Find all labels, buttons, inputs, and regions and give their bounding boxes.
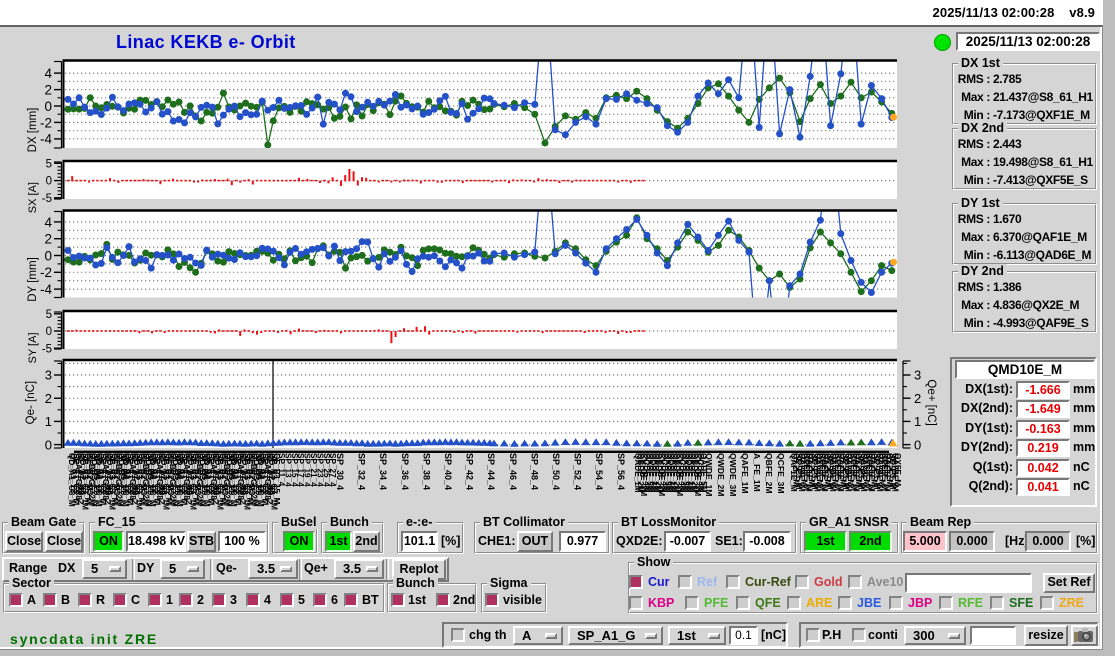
svg-text:5: 5 [46,159,52,171]
svg-text:SP_34_4: SP_34_4 [378,453,388,490]
svg-text:SY [A]: SY [A] [27,333,39,364]
svg-text:2: 2 [44,82,52,97]
svg-text:SP_32_4: SP_32_4 [357,453,367,490]
svg-text:1: 1 [45,414,52,429]
svg-text:Qe+ [nC]: Qe+ [nC] [925,379,937,425]
svg-text:0: 0 [44,99,52,114]
svg-text:2: 2 [45,391,52,406]
svg-text:2: 2 [914,391,921,406]
svg-text:QWDE_1M: QWDE_1M [704,453,714,496]
svg-text:3: 3 [45,368,52,383]
svg-text:QX5E_M: QX5E_M [893,453,902,486]
svg-text:DY [mm]: DY [mm] [27,257,39,302]
svg-text:SP_46_4: SP_46_4 [508,453,518,490]
svg-text:-5: -5 [42,193,52,205]
svg-text:0: 0 [914,437,921,452]
svg-text:SP_42_4: SP_42_4 [465,453,475,490]
svg-text:SP_30_4: SP_30_4 [335,453,345,490]
svg-text:SP_50_4: SP_50_4 [551,453,561,490]
svg-text:QCFE_3M: QCFE_3M [776,453,786,494]
svg-text:0: 0 [44,248,52,263]
svg-text:SP_38_4: SP_38_4 [421,453,431,490]
svg-text:0: 0 [45,437,52,452]
svg-text:QWDE_2M: QWDE_2M [716,453,726,496]
svg-text:SP_48_4: SP_48_4 [529,453,539,490]
svg-text:DX [mm]: DX [mm] [27,108,39,153]
svg-text:0: 0 [46,326,52,338]
svg-text:SP_54_4: SP_54_4 [594,453,604,490]
svg-text:2: 2 [44,232,52,247]
svg-text:-5: -5 [42,343,52,355]
svg-text:-4: -4 [40,282,52,297]
svg-text:SP_36_4: SP_36_4 [400,453,410,490]
svg-text:SP_40_4: SP_40_4 [443,453,453,490]
svg-text:SP_56_4: SP_56_4 [616,453,626,490]
svg-text:4: 4 [44,215,52,230]
svg-text:3: 3 [914,368,921,383]
svg-text:-4: -4 [40,132,52,147]
svg-text:-2: -2 [40,265,52,280]
svg-text:QBFE_2M: QBFE_2M [764,453,774,494]
svg-text:QAFE_1M: QAFE_1M [740,453,750,494]
svg-text:Qe- [nC]: Qe- [nC] [25,381,37,424]
svg-text:QWDE_3M: QWDE_3M [728,453,738,496]
svg-text:4: 4 [44,66,52,81]
svg-text:SX [A]: SX [A] [27,182,39,213]
svg-text:SP_44_4: SP_44_4 [486,453,496,490]
svg-text:SP_52_4: SP_52_4 [573,453,583,490]
svg-text:-2: -2 [40,115,52,130]
svg-text:5: 5 [46,309,52,321]
svg-text:0: 0 [46,176,52,188]
svg-text:1: 1 [914,414,921,429]
svg-text:A_FE_1M: A_FE_1M [752,453,762,492]
